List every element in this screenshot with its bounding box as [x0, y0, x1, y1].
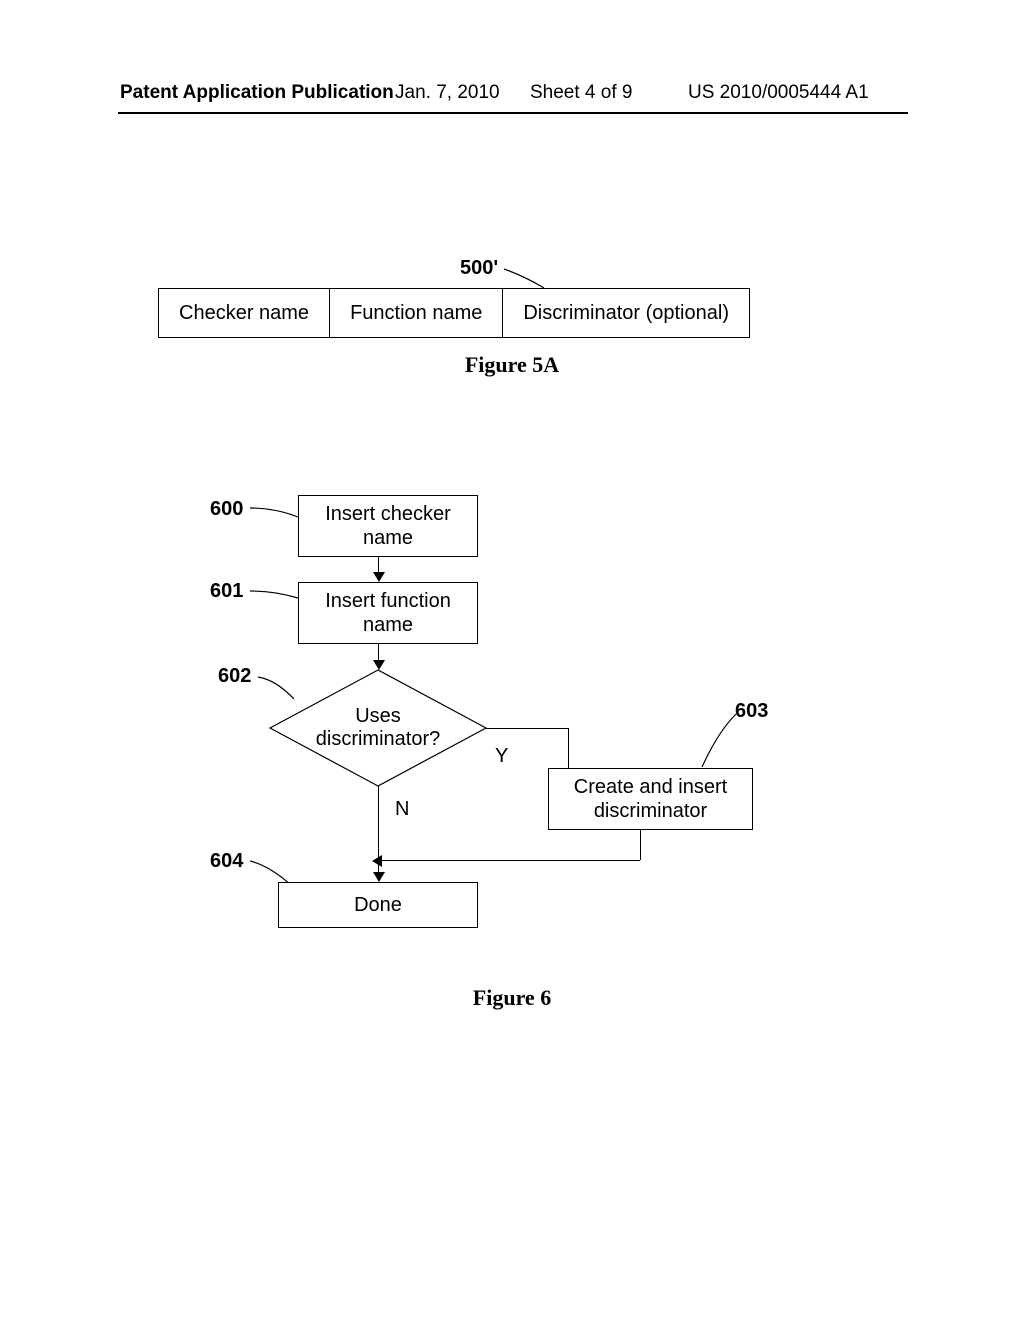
- fig5a-cell-checker: Checker name: [159, 289, 330, 337]
- ref-602: 602: [218, 665, 251, 688]
- fig5a-caption: Figure 5A: [0, 352, 1024, 378]
- label-y: Y: [495, 745, 508, 768]
- document-number: US 2010/0005444 A1: [688, 82, 869, 104]
- conn-602-603-v: [568, 728, 569, 770]
- arrow-icon: [373, 572, 385, 582]
- box-600-text: Insert checker name: [325, 503, 451, 549]
- fig5a-cell-discriminator: Discriminator (optional): [503, 289, 749, 337]
- box-insert-function-name: Insert function name: [298, 582, 478, 644]
- box-604-text: Done: [354, 894, 402, 916]
- lead-line-601: [250, 588, 300, 606]
- box-done: Done: [278, 882, 478, 928]
- conn-603-merge-h: [380, 860, 640, 861]
- conn-603-merge-v: [640, 830, 641, 860]
- sheet-number: Sheet 4 of 9: [530, 82, 632, 104]
- box-create-insert-discriminator: Create and insert discriminator: [548, 768, 753, 830]
- lead-line-600: [250, 505, 300, 525]
- patent-page: Patent Application Publication Jan. 7, 2…: [0, 0, 1024, 1320]
- box-601-text: Insert function name: [325, 590, 451, 636]
- fig5a-cell-function: Function name: [330, 289, 503, 337]
- publication-date: Jan. 7, 2010: [395, 82, 500, 104]
- box-603-text: Create and insert discriminator: [574, 776, 727, 822]
- conn-602-603-h: [486, 728, 568, 729]
- box-insert-checker-name: Insert checker name: [298, 495, 478, 557]
- ref-500-prime: 500': [460, 257, 498, 280]
- arrow-icon: [373, 872, 385, 882]
- header-rule: [118, 112, 908, 114]
- ref-600: 600: [210, 498, 243, 521]
- fig6-caption: Figure 6: [0, 985, 1024, 1011]
- ref-604: 604: [210, 850, 243, 873]
- conn-602-604: [378, 786, 379, 878]
- ref-603: 603: [735, 700, 768, 723]
- label-n: N: [395, 798, 409, 821]
- arrow-icon: [372, 855, 382, 867]
- ref-601: 601: [210, 580, 243, 603]
- fig5a-table: Checker name Function name Discriminator…: [158, 288, 750, 338]
- lead-line-603: [700, 712, 740, 772]
- diamond-602-text: Uses discriminator?: [316, 705, 440, 751]
- diamond-uses-discriminator: Uses discriminator?: [268, 668, 488, 788]
- publication-type: Patent Application Publication: [120, 82, 394, 104]
